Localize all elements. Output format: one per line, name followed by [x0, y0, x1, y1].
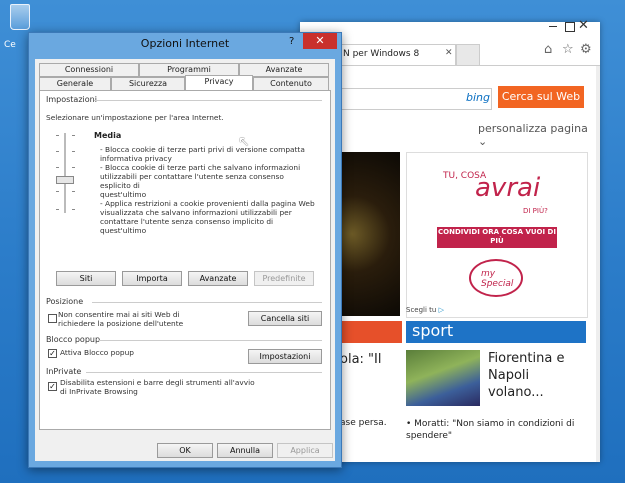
personalize-page-link[interactable]: personalizza pagina ⌄: [478, 122, 600, 148]
level-line: - Blocca cookie di terze parti che salva…: [100, 163, 301, 172]
privacy-panel: Impostazioni Selezionare un'impostazione…: [39, 90, 331, 430]
inprivate-checkbox[interactable]: ✓: [48, 382, 57, 391]
slider-tick: [72, 209, 75, 210]
level-line: contattare l'utente senza consenso impli…: [100, 217, 274, 235]
browser-window: ✕ N per Windows 8 ✕ ⌂ ☆ ⚙ bing Cerca sul…: [300, 18, 600, 462]
divider: [98, 340, 322, 341]
caption-left[interactable]: ase persa.: [340, 418, 387, 428]
tab-sicurezza[interactable]: Sicurezza: [111, 77, 185, 91]
mouse-cursor-icon: ↖: [238, 134, 250, 150]
privacy-level-slider[interactable]: [52, 131, 82, 215]
ad-text-dipiu: DI PIÙ?: [523, 207, 548, 215]
caption-right[interactable]: • Moratti: "Non siamo in condizioni di s…: [406, 418, 586, 442]
advertisement[interactable]: TU, COSA avrai DI PIÙ? CONDIVIDI ORA COS…: [406, 152, 588, 318]
slider-tick: [56, 135, 59, 136]
section-bar-left: [340, 321, 402, 343]
ok-button[interactable]: OK: [157, 443, 213, 458]
tab-title: N per Windows 8: [343, 49, 420, 59]
position-header: Posizione: [46, 297, 84, 306]
sport-section-header[interactable]: sport: [406, 321, 586, 343]
cancel-button[interactable]: Annulla: [217, 443, 273, 458]
level-line: utilizzabili per contattare l'utente sen…: [100, 172, 284, 190]
slider-thumb[interactable]: [56, 176, 74, 184]
help-button[interactable]: ?: [289, 36, 294, 47]
browser-tab[interactable]: N per Windows 8 ✕: [340, 44, 456, 65]
level-line: quest'ultimo: [100, 190, 147, 199]
slider-tick: [72, 135, 75, 136]
home-icon[interactable]: ⌂: [544, 42, 552, 57]
caption-right-text: Moratti: "Non siamo in condizioni di spe…: [406, 419, 575, 441]
slider-tick: [72, 167, 75, 168]
bing-logo: bing: [466, 91, 490, 104]
slider-tick: [72, 191, 75, 192]
slider-tick: [56, 209, 59, 210]
ad-cta-button[interactable]: CONDIVIDI ORA COSA VUOI DI PIÙ: [437, 227, 557, 248]
privacy-level-description: - Blocca cookie di terze parti privi di …: [100, 145, 316, 235]
minimize-icon[interactable]: [549, 26, 557, 27]
import-button[interactable]: Importa: [122, 271, 182, 286]
gear-icon[interactable]: ⚙: [580, 42, 592, 57]
search-web-button[interactable]: Cerca sul Web: [498, 86, 584, 108]
favorites-star-icon[interactable]: ☆: [562, 42, 574, 57]
sites-button[interactable]: Siti: [56, 271, 116, 286]
news-image-left[interactable]: [340, 152, 400, 316]
settings-header: Impostazioni: [46, 95, 97, 104]
sport-news-image[interactable]: [406, 350, 480, 406]
position-checkbox-label: Non consentire mai ai siti Web di richie…: [58, 310, 184, 328]
slider-tick: [56, 151, 59, 152]
toolbar-divider: [300, 65, 600, 66]
tab-privacy[interactable]: Privacy: [185, 75, 253, 91]
desktop-icon-label: Ce: [4, 40, 16, 50]
advanced-button[interactable]: Avanzate: [188, 271, 248, 286]
slider-track: [64, 133, 66, 213]
ad-text-avrai: avrai: [475, 173, 541, 203]
level-line: informativa privacy: [100, 154, 172, 163]
ad-choices-link[interactable]: Scegli tu ▷: [406, 306, 444, 314]
popup-settings-button[interactable]: Impostazioni: [248, 349, 322, 364]
adchoices-icon: ▷: [438, 306, 444, 314]
level-line: - Blocca cookie di terze parti privi di …: [100, 145, 305, 154]
slider-tick: [56, 191, 59, 192]
scrollbar[interactable]: [596, 66, 600, 462]
dialog-body: Connessioni Programmi Avanzate Generale …: [35, 59, 335, 461]
divider: [94, 100, 322, 101]
ad-choices-text: Scegli tu: [406, 306, 437, 314]
headline-left[interactable]: ola: "Il: [340, 352, 381, 367]
new-tab-button[interactable]: [456, 44, 480, 66]
chevron-down-icon: ⌄: [478, 135, 488, 148]
close-icon[interactable]: ✕: [578, 18, 589, 33]
inprivate-header: InPrivate: [46, 367, 82, 376]
clear-sites-button[interactable]: Cancella siti: [248, 311, 322, 326]
internet-options-dialog: Opzioni Internet ? ✕ Connessioni Program…: [28, 32, 342, 468]
level-line: - Applica restrizioni a cookie provenien…: [100, 199, 315, 208]
slider-tick: [72, 151, 75, 152]
inprivate-checkbox-label: Disabilita estensioni e barre degli stru…: [60, 378, 255, 396]
personalize-label: personalizza pagina: [478, 122, 588, 135]
apply-button[interactable]: Applica: [277, 443, 333, 458]
settings-prompt: Selezionare un'impostazione per l'area I…: [46, 113, 224, 122]
slider-tick: [56, 167, 59, 168]
browser-titlebar: ✕: [300, 18, 600, 40]
tab-connessioni[interactable]: Connessioni: [39, 63, 139, 77]
defaults-button[interactable]: Predefinite: [254, 271, 314, 286]
headline-right[interactable]: Fiorentina e Napoli volano...: [488, 350, 584, 401]
tab-close-icon[interactable]: ✕: [445, 48, 453, 58]
divider: [86, 372, 322, 373]
recycle-bin-icon: [10, 4, 30, 30]
tab-contenuto[interactable]: Contenuto: [253, 77, 329, 91]
popup-checkbox[interactable]: ✓: [48, 349, 57, 358]
popup-checkbox-label: Attiva Blocco popup: [60, 348, 134, 357]
level-line: visualizzata che salvano informazioni ut…: [100, 208, 292, 217]
position-checkbox[interactable]: [48, 314, 57, 323]
maximize-icon[interactable]: [565, 22, 575, 32]
ad-logo-text: my Special: [481, 269, 514, 289]
ad-logo: my Special: [469, 259, 523, 297]
tab-generale[interactable]: Generale: [39, 77, 111, 91]
divider: [92, 302, 322, 303]
popup-header: Blocco popup: [46, 335, 101, 344]
dialog-close-button[interactable]: ✕: [303, 33, 337, 49]
sport-label: sport: [412, 321, 454, 340]
privacy-level-name: Media: [94, 131, 122, 140]
